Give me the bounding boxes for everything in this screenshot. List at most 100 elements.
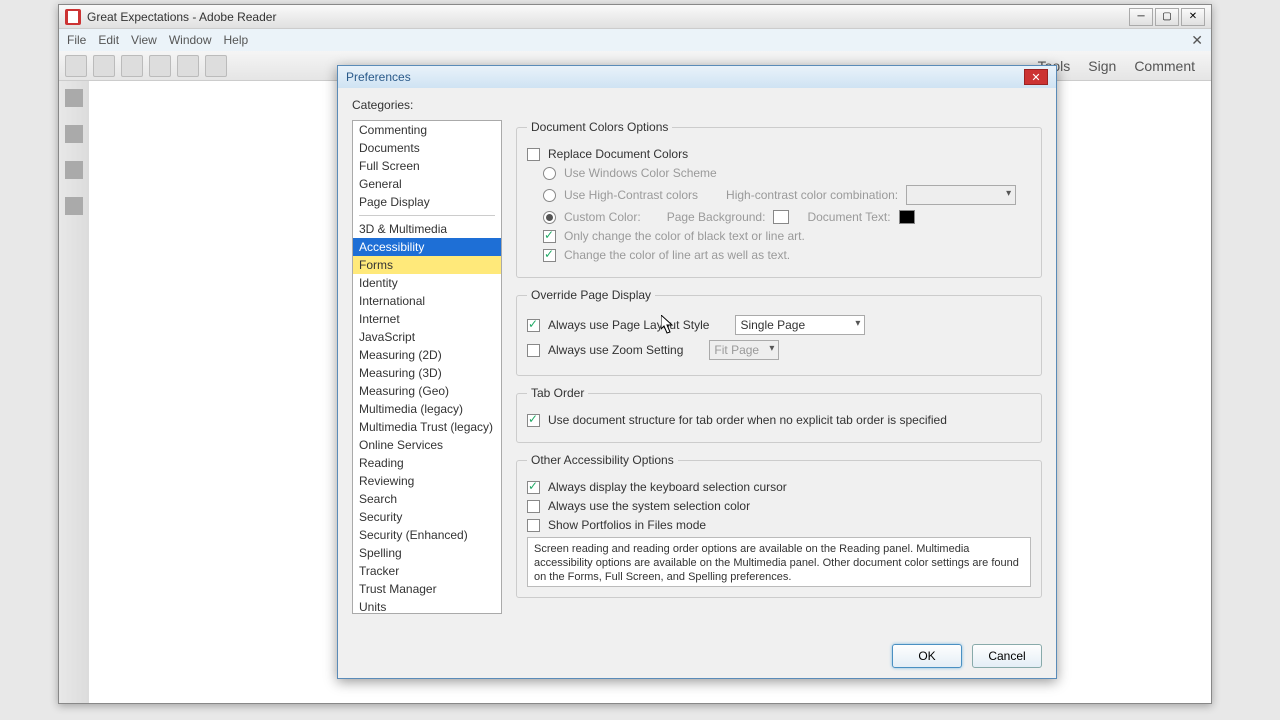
line-art-label: Change the color of line art as well as … bbox=[564, 248, 790, 262]
menu-window[interactable]: Window bbox=[169, 33, 212, 47]
portfolios-checkbox[interactable] bbox=[527, 519, 540, 532]
category-item[interactable]: Documents bbox=[353, 139, 501, 157]
dialog-title: Preferences bbox=[346, 70, 411, 84]
category-item[interactable]: Internet bbox=[353, 310, 501, 328]
other-legend: Other Accessibility Options bbox=[527, 453, 678, 467]
window-title: Great Expectations - Adobe Reader bbox=[87, 10, 1129, 24]
always-layout-checkbox[interactable] bbox=[527, 319, 540, 332]
document-colors-group: Document Colors Options Replace Document… bbox=[516, 120, 1042, 278]
close-button[interactable]: ✕ bbox=[1181, 8, 1205, 26]
other-accessibility-group: Other Accessibility Options Always displ… bbox=[516, 453, 1042, 598]
ok-button[interactable]: OK bbox=[892, 644, 962, 668]
sys-color-label: Always use the system selection color bbox=[548, 499, 750, 513]
bookmarks-icon[interactable] bbox=[65, 125, 83, 143]
replace-colors-checkbox[interactable] bbox=[527, 148, 540, 161]
category-item[interactable]: JavaScript bbox=[353, 328, 501, 346]
menubar: File Edit View Window Help ✕ bbox=[59, 29, 1211, 51]
category-item[interactable]: Online Services bbox=[353, 436, 501, 454]
layout-combo[interactable]: Single Page bbox=[735, 315, 865, 335]
category-item[interactable]: Spelling bbox=[353, 544, 501, 562]
only-black-checkbox bbox=[543, 230, 556, 243]
category-item[interactable]: Units bbox=[353, 598, 501, 614]
category-item[interactable]: Multimedia Trust (legacy) bbox=[353, 418, 501, 436]
category-item[interactable]: 3D & Multimedia bbox=[353, 220, 501, 238]
custom-color-radio bbox=[543, 211, 556, 224]
replace-colors-label: Replace Document Colors bbox=[548, 147, 688, 161]
category-item[interactable]: Security (Enhanced) bbox=[353, 526, 501, 544]
dialog-close-button[interactable]: ✕ bbox=[1024, 69, 1048, 85]
thumbnails-icon[interactable] bbox=[65, 89, 83, 107]
doc-close-icon[interactable]: ✕ bbox=[1191, 32, 1203, 49]
app-icon bbox=[65, 9, 81, 25]
hc-combo-label: High-contrast color combination: bbox=[726, 188, 898, 202]
minimize-button[interactable]: ─ bbox=[1129, 8, 1153, 26]
category-item[interactable]: International bbox=[353, 292, 501, 310]
category-item[interactable]: Measuring (2D) bbox=[353, 346, 501, 364]
dialog-titlebar: Preferences ✕ bbox=[338, 66, 1056, 88]
layers-icon[interactable] bbox=[65, 197, 83, 215]
category-item[interactable]: Security bbox=[353, 508, 501, 526]
menu-file[interactable]: File bbox=[67, 33, 86, 47]
category-item[interactable]: General bbox=[353, 175, 501, 193]
preferences-dialog: Preferences ✕ Categories: CommentingDocu… bbox=[337, 65, 1057, 679]
category-item[interactable]: Reviewing bbox=[353, 472, 501, 490]
custom-color-label: Custom Color: bbox=[564, 210, 641, 224]
tab-structure-checkbox[interactable] bbox=[527, 414, 540, 427]
print-icon[interactable] bbox=[177, 55, 199, 77]
doc-text-swatch[interactable] bbox=[899, 210, 915, 224]
category-item[interactable]: Identity bbox=[353, 274, 501, 292]
override-page-display-group: Override Page Display Always use Page La… bbox=[516, 288, 1042, 376]
tool-button[interactable] bbox=[121, 55, 143, 77]
maximize-button[interactable]: ▢ bbox=[1155, 8, 1179, 26]
page-bg-label: Page Background: bbox=[667, 210, 766, 224]
page-bg-swatch[interactable] bbox=[773, 210, 789, 224]
always-zoom-checkbox[interactable] bbox=[527, 344, 540, 357]
category-item[interactable]: Measuring (3D) bbox=[353, 364, 501, 382]
attachments-icon[interactable] bbox=[65, 161, 83, 179]
zoom-combo: Fit Page bbox=[709, 340, 779, 360]
cancel-button[interactable]: Cancel bbox=[972, 644, 1042, 668]
tab-order-group: Tab Order Use document structure for tab… bbox=[516, 386, 1042, 443]
category-item[interactable]: Trust Manager bbox=[353, 580, 501, 598]
category-item[interactable]: Measuring (Geo) bbox=[353, 382, 501, 400]
menu-edit[interactable]: Edit bbox=[98, 33, 119, 47]
category-item[interactable]: Reading bbox=[353, 454, 501, 472]
tab-structure-label: Use document structure for tab order whe… bbox=[548, 413, 947, 427]
category-item[interactable]: Full Screen bbox=[353, 157, 501, 175]
category-item[interactable]: Multimedia (legacy) bbox=[353, 400, 501, 418]
category-item[interactable]: Page Display bbox=[353, 193, 501, 211]
sys-color-checkbox[interactable] bbox=[527, 500, 540, 513]
use-windows-scheme-radio bbox=[543, 167, 556, 180]
categories-label: Categories: bbox=[352, 98, 1042, 112]
app-window: Great Expectations - Adobe Reader ─ ▢ ✕ … bbox=[58, 4, 1212, 704]
hc-combo bbox=[906, 185, 1016, 205]
tool-button[interactable] bbox=[65, 55, 87, 77]
save-icon[interactable] bbox=[149, 55, 171, 77]
tab-order-legend: Tab Order bbox=[527, 386, 588, 400]
always-zoom-label: Always use Zoom Setting bbox=[548, 343, 683, 357]
override-legend: Override Page Display bbox=[527, 288, 655, 302]
nav-pane bbox=[59, 81, 89, 703]
category-item[interactable]: Search bbox=[353, 490, 501, 508]
menu-help[interactable]: Help bbox=[224, 33, 249, 47]
tool-button[interactable] bbox=[93, 55, 115, 77]
category-item[interactable]: Accessibility bbox=[353, 238, 501, 256]
kb-cursor-label: Always display the keyboard selection cu… bbox=[548, 480, 787, 494]
always-layout-label: Always use Page Layout Style bbox=[548, 318, 709, 332]
kb-cursor-checkbox[interactable] bbox=[527, 481, 540, 494]
menu-view[interactable]: View bbox=[131, 33, 157, 47]
categories-list[interactable]: CommentingDocumentsFull ScreenGeneralPag… bbox=[352, 120, 502, 614]
comment-panel-button[interactable]: Comment bbox=[1134, 58, 1195, 74]
category-item[interactable]: Forms bbox=[353, 256, 501, 274]
use-high-contrast-radio bbox=[543, 189, 556, 202]
portfolios-label: Show Portfolios in Files mode bbox=[548, 518, 706, 532]
use-windows-scheme-label: Use Windows Color Scheme bbox=[564, 166, 717, 180]
use-high-contrast-label: Use High-Contrast colors bbox=[564, 188, 698, 202]
doc-text-label: Document Text: bbox=[807, 210, 890, 224]
settings-panel: Document Colors Options Replace Document… bbox=[516, 120, 1042, 614]
line-art-checkbox bbox=[543, 249, 556, 262]
email-icon[interactable] bbox=[205, 55, 227, 77]
sign-panel-button[interactable]: Sign bbox=[1088, 58, 1116, 74]
category-item[interactable]: Tracker bbox=[353, 562, 501, 580]
category-item[interactable]: Commenting bbox=[353, 121, 501, 139]
